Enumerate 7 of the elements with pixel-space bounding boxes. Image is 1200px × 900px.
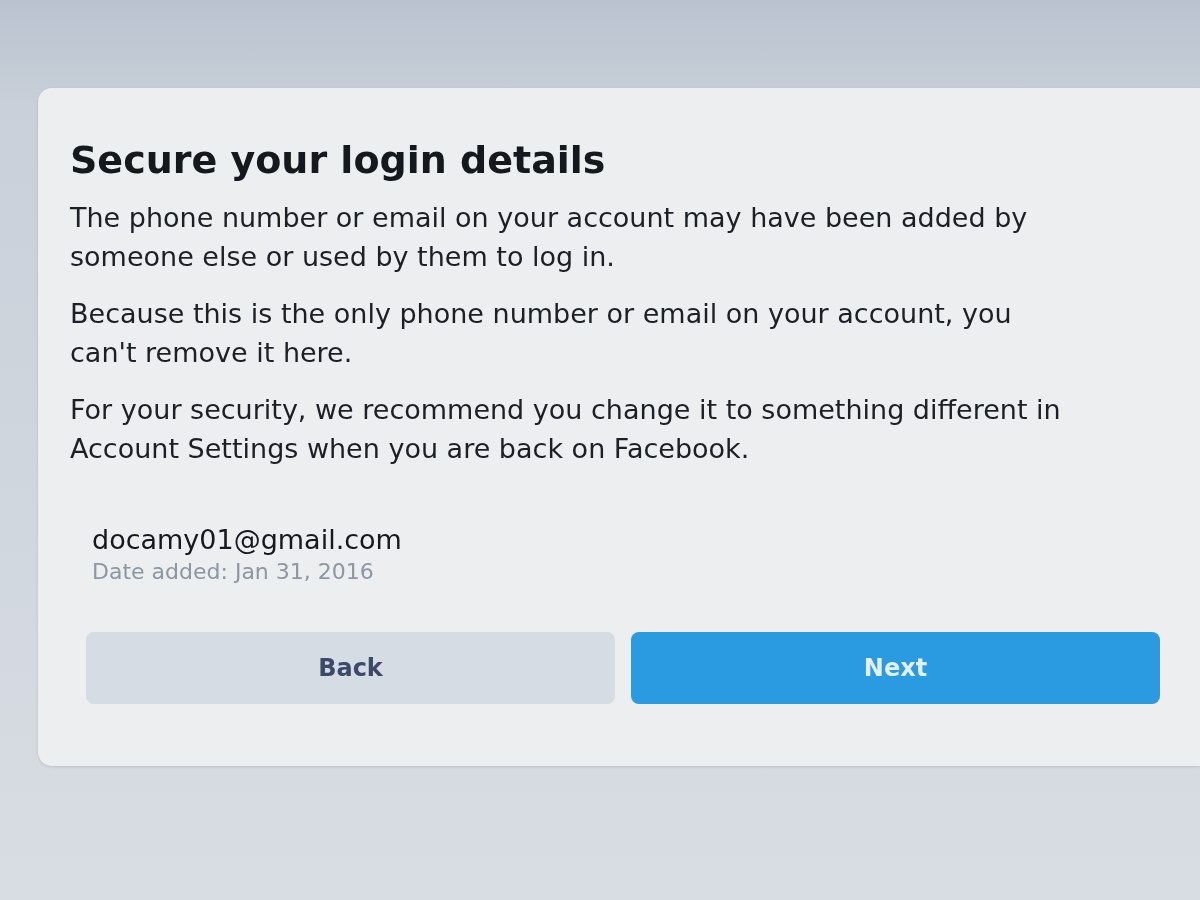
message-paragraph: For your security, we recommend you change it to something different in Account Settings when you are back on Facebook. [70,392,1062,466]
back-button[interactable]: Back [86,631,615,704]
date-added-text: Date added: Jan 31, 2016 [92,558,374,584]
email-address: docamy01@gmail.com [92,523,402,555]
message-paragraph: Because this is the only phone number or email on your account, you can't remove it here. [70,296,1013,370]
dialog-title: Secure your login details [70,138,607,184]
message-paragraph: The phone number or email on your account may have been added by someone else or used by them to log in. [70,200,1029,274]
